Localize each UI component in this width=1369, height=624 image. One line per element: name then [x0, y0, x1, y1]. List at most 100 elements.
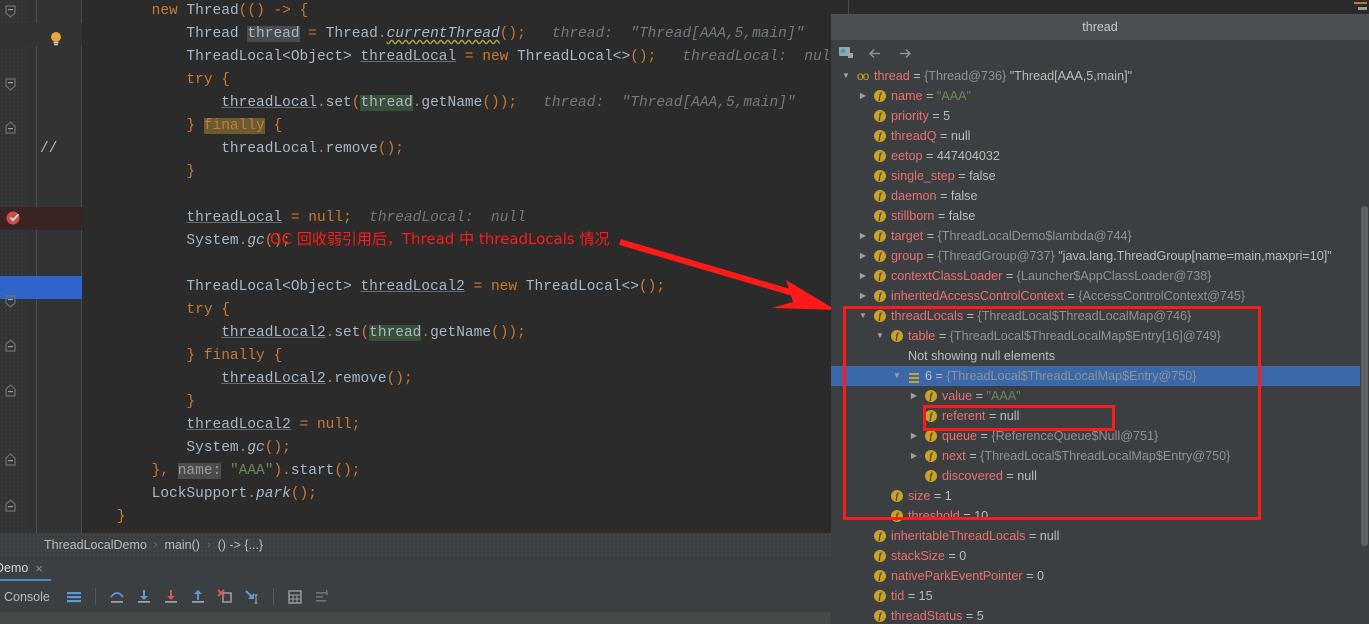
variable-name: table	[908, 329, 936, 343]
variable-row[interactable]: ▼ f table = {ThreadLocal$ThreadLocalMap$En…	[831, 326, 1369, 346]
variable-row[interactable]: ▶ f contextClassLoader = {Launcher$AppClas…	[831, 266, 1369, 286]
chevron-right-icon[interactable]: ▶	[858, 226, 868, 246]
step-out-icon[interactable]	[189, 588, 207, 606]
chevron-right-icon[interactable]: ▶	[909, 386, 919, 406]
close-icon[interactable]: ×	[35, 561, 43, 576]
variable-row[interactable]: f stackSize = 0	[831, 546, 1369, 566]
variable-row[interactable]: f referent = null	[831, 406, 1369, 426]
step-over-icon[interactable]	[108, 588, 126, 606]
field-icon: f	[874, 530, 886, 542]
chevron-right-icon[interactable]: ▶	[909, 446, 919, 466]
code-line: ThreadLocal<Object> threadLocal2 = new T…	[186, 279, 666, 295]
variable-row[interactable]: f nativeParkEventPointer = 0	[831, 566, 1369, 586]
code-line: }	[186, 164, 196, 180]
fold-marker-icon[interactable]	[4, 339, 17, 352]
evaluate-expression-icon[interactable]	[286, 588, 304, 606]
force-step-into-icon[interactable]	[162, 588, 180, 606]
variable-row[interactable]: ▶ f inheritedAccessControlContext = {Acces…	[831, 286, 1369, 306]
fold-marker-icon[interactable]	[4, 384, 17, 397]
run-tab-threadlocaldemo[interactable]: ocalDemo ×	[0, 557, 51, 581]
field-icon: f	[925, 470, 937, 482]
code-line: threadLocal2 = null;	[186, 417, 361, 433]
variable-row-text: eetop = 447404032	[891, 149, 1000, 163]
chevron-down-icon[interactable]: ▼	[892, 366, 902, 386]
editor-line-number-gutter	[66, 0, 82, 533]
debugger-panel-toolbar[interactable]	[831, 40, 1369, 66]
variable-row[interactable]: Not showing null elements	[831, 346, 1369, 366]
fold-marker-icon[interactable]	[4, 499, 17, 512]
drop-frame-icon[interactable]	[216, 588, 234, 606]
fold-marker-icon[interactable]	[4, 78, 17, 91]
variables-scrollbar[interactable]	[1360, 66, 1369, 624]
variable-value: 447404032	[936, 149, 1000, 163]
fold-marker-icon[interactable]	[4, 121, 17, 134]
run-to-cursor-icon[interactable]	[243, 588, 261, 606]
variable-row[interactable]: ▶ f target = {ThreadLocalDemo$lambda@744}	[831, 226, 1369, 246]
variable-row[interactable]: f discovered = null	[831, 466, 1369, 486]
fold-marker-icon[interactable]	[4, 295, 17, 308]
chevron-down-icon[interactable]: ▼	[841, 66, 851, 86]
scrollbar-thumb[interactable]	[1361, 206, 1368, 546]
variable-row[interactable]: f inheritableThreadLocals = null	[831, 526, 1369, 546]
code-editor[interactable]: new Thread(() -> { Thread thread = Threa…	[0, 0, 831, 533]
breadcrumb-item-class[interactable]: ThreadLocalDemo	[44, 538, 147, 552]
back-arrow-icon[interactable]	[867, 45, 884, 62]
intention-bulb-icon[interactable]	[48, 31, 64, 47]
fold-marker-icon[interactable]	[4, 5, 17, 18]
chevron-down-icon[interactable]: ▼	[875, 326, 885, 346]
chevron-right-icon[interactable]: ▶	[909, 426, 919, 446]
variable-row[interactable]: ▼ oo thread = {Thread@736} "Thread[AAA,5,m…	[831, 66, 1369, 86]
variable-ref: {Thread@736}	[924, 69, 1007, 83]
code-text-area[interactable]: new Thread(() -> { Thread thread = Threa…	[82, 0, 831, 533]
variable-row[interactable]: ▶ f group = {ThreadGroup@737} "java.lang.T…	[831, 246, 1369, 266]
chevron-down-icon[interactable]: ▼	[858, 306, 868, 326]
breakpoint-icon[interactable]	[5, 209, 21, 225]
variable-row[interactable]: f threadStatus = 5	[831, 606, 1369, 624]
breadcrumb-item-method[interactable]: main()	[165, 538, 200, 552]
variable-row[interactable]: ▼ 6 = {ThreadLocal$ThreadLocalMap$Entry@7…	[831, 366, 1369, 386]
field-icon: f	[874, 250, 886, 262]
settings-icon[interactable]	[313, 588, 331, 606]
breadcrumb[interactable]: ThreadLocalDemo › main() › () -> {...}	[0, 533, 831, 557]
variable-row[interactable]: f threshold = 10	[831, 506, 1369, 526]
chevron-right-icon[interactable]: ▶	[858, 86, 868, 106]
variable-row[interactable]: ▶ f next = {ThreadLocal$ThreadLocalMap$Ent…	[831, 446, 1369, 466]
thread-object-icon: oo	[857, 69, 869, 83]
chevron-right-icon[interactable]: ▶	[858, 266, 868, 286]
annotation-text: GC 回收弱引用后，Thread 中 threadLocals 情况	[270, 230, 610, 248]
variable-row[interactable]: f priority = 5	[831, 106, 1369, 126]
variable-row[interactable]: ▶ f name = "AAA"	[831, 86, 1369, 106]
debugger-variables-panel[interactable]: thread ▼ oo thread = {Thread@736} "Threa…	[831, 0, 1369, 624]
watch-icon[interactable]	[838, 45, 855, 62]
variable-row-text: thread = {Thread@736} "Thread[AAA,5,main…	[874, 69, 1133, 83]
variable-row[interactable]: ▼ f threadLocals = {ThreadLocal$ThreadLoca…	[831, 306, 1369, 326]
variables-tree[interactable]: ▼ oo thread = {Thread@736} "Thread[AAA,5,m…	[831, 66, 1369, 624]
variable-row[interactable]: f single_step = false	[831, 166, 1369, 186]
variable-ref: {ThreadLocal$ThreadLocalMap$Entry@750}	[946, 369, 1197, 383]
variable-row[interactable]: f size = 1	[831, 486, 1369, 506]
breadcrumb-separator: ›	[206, 539, 211, 551]
variable-name: nativeParkEventPointer	[891, 569, 1023, 583]
chevron-right-icon[interactable]: ▶	[858, 286, 868, 306]
variable-row[interactable]: f stillborn = false	[831, 206, 1369, 226]
variable-row[interactable]: ▶ f value = "AAA"	[831, 386, 1369, 406]
variable-value: 5	[976, 609, 984, 623]
chevron-right-icon[interactable]: ▶	[858, 246, 868, 266]
variable-row[interactable]: f tid = 15	[831, 586, 1369, 606]
soft-wrap-icon[interactable]	[65, 588, 83, 606]
variable-row[interactable]: f eetop = 447404032	[831, 146, 1369, 166]
field-icon: f	[874, 110, 886, 122]
run-tool-tabbar[interactable]: ocalDemo ×	[0, 557, 831, 581]
variable-row[interactable]: f threadQ = null	[831, 126, 1369, 146]
console-output-area[interactable]	[0, 612, 831, 624]
console-label[interactable]: Console	[4, 590, 50, 604]
fold-marker-icon[interactable]	[4, 453, 17, 466]
editor-fold-gutter[interactable]	[26, 0, 66, 533]
forward-arrow-icon[interactable]	[896, 45, 913, 62]
variable-row-text: priority = 5	[891, 109, 951, 123]
console-toolbar[interactable]: Console	[0, 581, 831, 612]
breadcrumb-item-lambda[interactable]: () -> {...}	[218, 538, 264, 552]
variable-row[interactable]: f daemon = false	[831, 186, 1369, 206]
step-into-icon[interactable]	[135, 588, 153, 606]
variable-row[interactable]: ▶ f queue = {ReferenceQueue$Null@751}	[831, 426, 1369, 446]
